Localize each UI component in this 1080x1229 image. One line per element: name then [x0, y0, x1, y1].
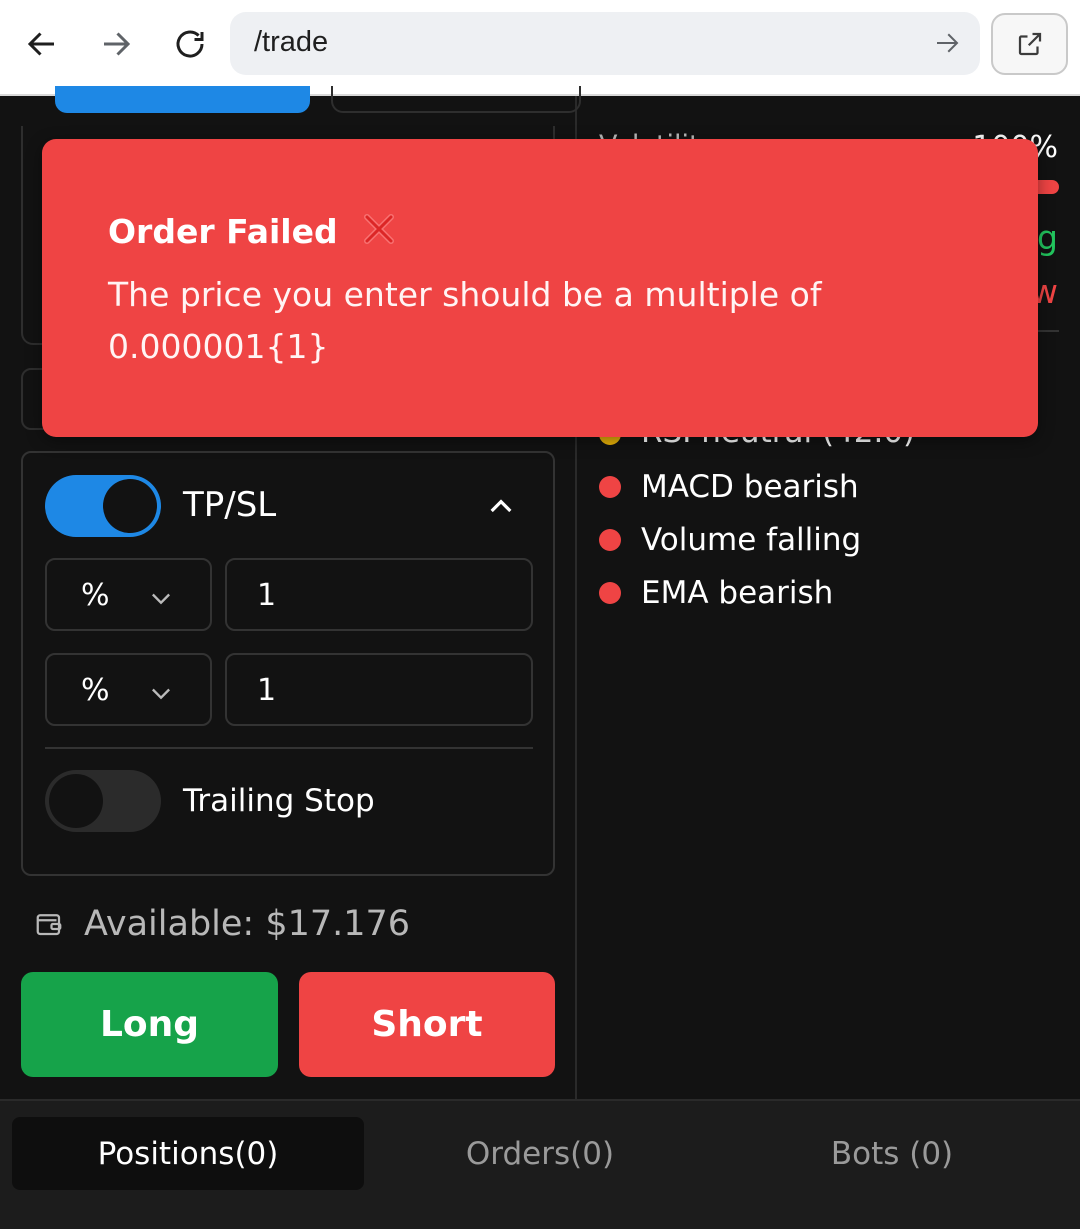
tab-orders[interactable]: Orders(0): [364, 1117, 716, 1190]
status-dot: [599, 475, 621, 498]
indicator-label: Volume falling: [641, 521, 862, 558]
available-text: Available: $17.176: [84, 904, 411, 944]
short-button[interactable]: Short: [299, 972, 555, 1077]
take-profit-unit: %: [81, 578, 110, 613]
indicator-item: Volume falling: [599, 513, 861, 566]
chevron-down-icon: [152, 688, 170, 700]
long-button[interactable]: Long: [21, 972, 278, 1077]
url-text: /trade: [254, 26, 329, 58]
indicator-item: MACD bearish: [599, 460, 861, 513]
stop-loss-unit: %: [81, 673, 110, 708]
indicator-label: MACD bearish: [641, 468, 859, 505]
status-dot: [599, 581, 621, 604]
external-link-icon: [1018, 32, 1041, 56]
tab-bots[interactable]: Bots (0): [716, 1117, 1068, 1190]
reload-icon: [176, 30, 204, 58]
stop-loss-input[interactable]: 1: [225, 653, 533, 726]
take-profit-input[interactable]: 1: [225, 558, 533, 631]
order-type-tab[interactable]: [331, 86, 581, 113]
trailing-stop-toggle[interactable]: [45, 770, 161, 832]
chevron-up-icon[interactable]: [485, 491, 517, 523]
available-balance: Available: $17.176: [34, 904, 410, 944]
tpsl-toggle[interactable]: [45, 475, 161, 537]
chevron-down-icon: [152, 593, 170, 605]
status-dot: [599, 528, 621, 551]
indicator-label: EMA bearish: [641, 574, 834, 611]
signal-bullish-text: g: [1037, 218, 1058, 257]
toggle-knob: [49, 774, 103, 828]
arrow-right-icon: [104, 32, 131, 56]
arrow-right-icon[interactable]: [932, 28, 962, 58]
stop-loss-value: 1: [257, 673, 277, 708]
toast-message: The price you enter should be a multiple…: [108, 275, 822, 366]
back-button[interactable]: [20, 22, 64, 66]
toast-title: Order Failed: [108, 212, 338, 251]
divider: [45, 747, 533, 749]
browser-toolbar: /trade: [0, 0, 1080, 96]
tpsl-label: TP/SL: [183, 485, 277, 525]
take-profit-unit-select[interactable]: %: [45, 558, 212, 631]
forward-button[interactable]: [94, 22, 138, 66]
wallet-icon: [36, 914, 62, 936]
tab-positions[interactable]: Positions(0): [12, 1117, 364, 1190]
order-type-tab-active[interactable]: [55, 86, 310, 113]
toast-title-row: Order Failed: [108, 211, 397, 251]
indicator-item: EMA bearish: [599, 566, 861, 619]
reload-button[interactable]: [168, 22, 212, 66]
open-external-button[interactable]: [991, 13, 1068, 75]
bottom-tab-bar: Positions(0) Orders(0) Bots (0): [0, 1099, 1080, 1229]
stop-loss-unit-select[interactable]: %: [45, 653, 212, 726]
cross-mark-icon: [364, 214, 395, 244]
trailing-stop-label: Trailing Stop: [183, 783, 375, 819]
address-bar[interactable]: /trade: [230, 12, 980, 75]
indicator-list: MACD bearish Volume falling EMA bearish: [599, 460, 861, 619]
tpsl-card: TP/SL % 1 % 1 Trailing Stop: [21, 451, 555, 876]
toggle-knob: [103, 479, 157, 533]
error-toast[interactable]: Order Failed The price you enter should …: [42, 139, 1038, 437]
take-profit-value: 1: [257, 578, 277, 613]
arrow-left-icon: [27, 32, 54, 56]
